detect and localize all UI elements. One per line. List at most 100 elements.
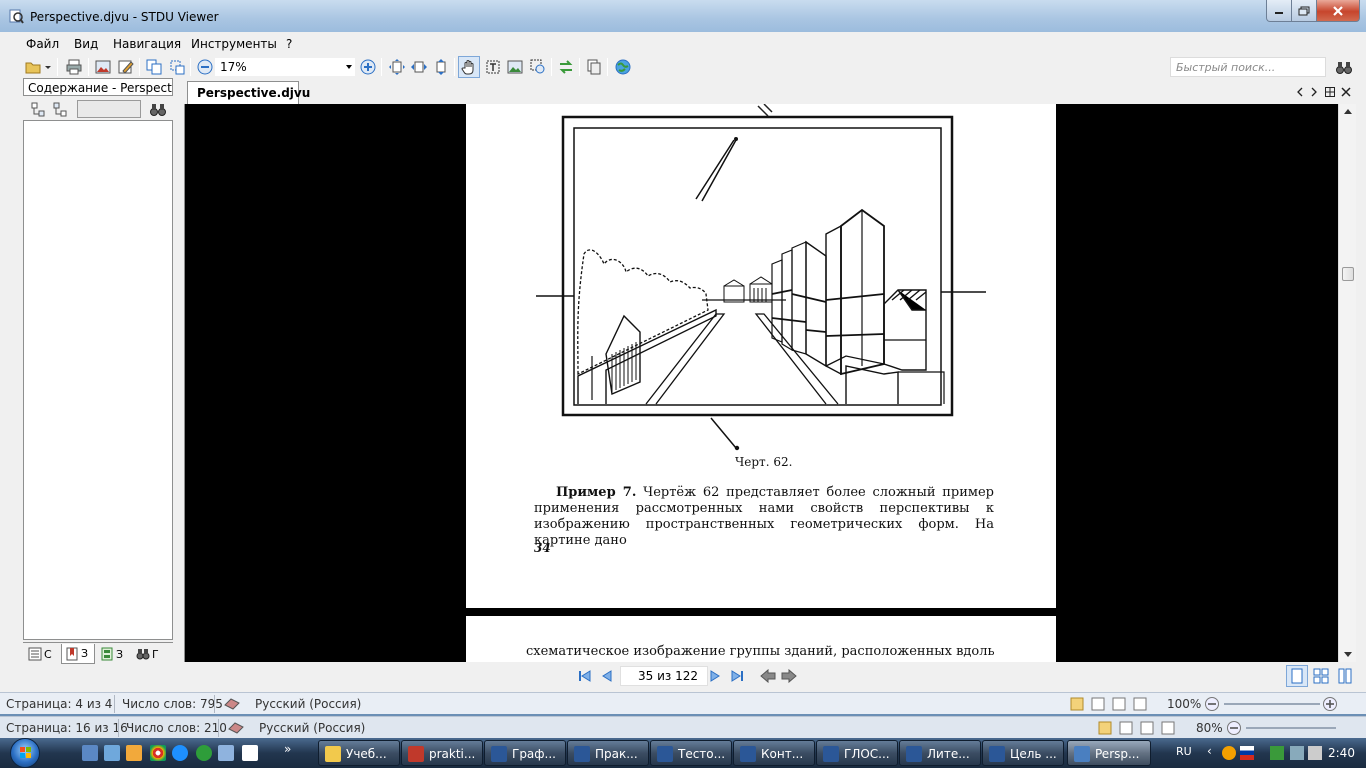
export-image-button[interactable] <box>92 56 114 78</box>
zoom-in-button[interactable] <box>357 56 379 78</box>
volume-icon[interactable] <box>1308 746 1322 760</box>
next-page-button[interactable] <box>704 665 726 687</box>
taskbar-item[interactable]: Граф... <box>484 740 566 766</box>
zoom-out-button[interactable] <box>194 56 216 78</box>
search-button[interactable] <box>1333 56 1355 78</box>
vertical-scrollbar[interactable] <box>1338 104 1356 662</box>
start-button[interactable] <box>10 738 40 768</box>
stdu-quicklaunch-icon[interactable] <box>218 745 234 761</box>
tab-list-button[interactable] <box>1324 86 1336 98</box>
restore-button[interactable] <box>1291 0 1317 22</box>
document-tab[interactable]: Perspective.djvu <box>187 81 310 104</box>
chrome-icon[interactable] <box>150 745 166 761</box>
page-navigation-bar: 35 из 122 <box>184 662 1356 690</box>
first-page-button[interactable] <box>574 665 596 687</box>
scroll-down-icon[interactable] <box>1344 652 1352 657</box>
contents-panel-header[interactable]: Содержание - Perspective.djvu <box>23 78 173 96</box>
continuous-view-button[interactable] <box>1334 665 1356 687</box>
collapse-tree-button[interactable] <box>49 98 71 120</box>
taskbar-item[interactable]: Учеб... <box>318 740 400 766</box>
properties-button[interactable] <box>583 56 605 78</box>
menu-file[interactable]: Файл <box>26 37 59 51</box>
tab-bookmarks[interactable]: З <box>61 644 95 664</box>
tab-search-results[interactable]: Г <box>133 644 171 664</box>
internet-explorer-icon[interactable] <box>172 745 188 761</box>
tab-close-button[interactable] <box>1340 86 1352 98</box>
language-indicator[interactable]: RU <box>1176 745 1192 758</box>
scrollbar-thumb[interactable] <box>1342 267 1354 281</box>
spellcheck-icon <box>224 698 240 710</box>
zoom-slider-track[interactable] <box>1224 703 1320 705</box>
hand-tool-button[interactable] <box>458 56 480 78</box>
history-forward-button[interactable] <box>778 665 800 687</box>
utorrent-icon[interactable] <box>196 745 212 761</box>
view-mode-icons[interactable] <box>1070 697 1154 711</box>
export-text-button[interactable] <box>115 56 137 78</box>
taskbar-item[interactable]: ГЛОС... <box>816 740 898 766</box>
multi-page-view-button[interactable] <box>1310 665 1332 687</box>
menu-help[interactable]: ? <box>286 37 292 51</box>
taskbar-item[interactable]: Конт... <box>733 740 815 766</box>
menu-navigation[interactable]: Навигация <box>113 37 181 51</box>
status-zoom-2: 80% <box>1196 721 1223 735</box>
close-button[interactable] <box>1316 0 1360 22</box>
taskbar-item[interactable]: Прак... <box>567 740 649 766</box>
rotate-button[interactable] <box>555 56 577 78</box>
zoom-slider-track-2[interactable] <box>1246 727 1336 729</box>
web-update-button[interactable] <box>612 56 634 78</box>
last-page-icon <box>731 670 743 682</box>
document-view[interactable]: Черт. 62. Пример 7. Чертёж 62 представля… <box>184 104 1338 662</box>
contents-filter-input[interactable] <box>77 100 141 118</box>
last-page-button[interactable] <box>726 665 748 687</box>
network-tray-icon[interactable] <box>1270 746 1284 760</box>
quick-search-input[interactable]: Быстрый поиск... <box>1170 57 1326 77</box>
text-select-button[interactable] <box>482 56 504 78</box>
tree-search-button[interactable] <box>147 98 169 120</box>
tab-scroll-left-button[interactable] <box>1294 86 1306 98</box>
chevron-right-icon[interactable]: » <box>284 742 291 756</box>
menu-tools[interactable]: Инструменты <box>191 37 277 51</box>
fit-page-button[interactable] <box>386 56 408 78</box>
menu-view[interactable]: Вид <box>74 37 98 51</box>
zoom-in-icon[interactable] <box>1322 696 1338 712</box>
taskbar-item[interactable]: Цель ... <box>982 740 1064 766</box>
history-back-button[interactable] <box>757 665 779 687</box>
previous-page-button[interactable] <box>596 665 618 687</box>
print-button[interactable] <box>63 56 85 78</box>
tray-expand-icon[interactable]: ‹ <box>1207 744 1212 758</box>
taskbar-item[interactable]: Лите... <box>899 740 981 766</box>
fit-width-button[interactable] <box>408 56 430 78</box>
page-number-field[interactable]: 35 из 122 <box>620 666 708 686</box>
tab-contents[interactable]: С <box>25 644 59 664</box>
clock[interactable]: 2:40 <box>1328 746 1355 760</box>
expand-tree-button[interactable] <box>27 98 49 120</box>
taskbar-item-active[interactable]: Persp... <box>1067 740 1151 766</box>
zoom-out-icon[interactable] <box>1204 696 1220 712</box>
scroll-up-icon[interactable] <box>1344 109 1352 114</box>
page-number: 34 <box>534 541 551 555</box>
contents-tree[interactable] <box>23 120 173 640</box>
minimize-button[interactable] <box>1266 0 1292 22</box>
yandex-tray-icon[interactable] <box>1222 746 1236 760</box>
copy-button[interactable] <box>143 56 165 78</box>
view-mode-icons[interactable] <box>1098 721 1182 735</box>
zoom-out-icon <box>197 59 213 75</box>
single-page-view-button[interactable] <box>1286 665 1308 687</box>
zoom-out-icon[interactable] <box>1226 720 1242 736</box>
zoom-area-button[interactable] <box>527 56 549 78</box>
zoom-combobox[interactable]: 17% <box>214 57 356 77</box>
taskbar-item[interactable]: prakti... <box>401 740 483 766</box>
media-player-icon[interactable] <box>126 745 142 761</box>
show-desktop-icon[interactable] <box>82 745 98 761</box>
notepad-icon[interactable] <box>242 745 258 761</box>
snapshot-button[interactable] <box>504 56 526 78</box>
select-button[interactable] <box>166 56 188 78</box>
tray-app-icon[interactable] <box>1290 746 1304 760</box>
tab-scroll-right-button[interactable] <box>1308 86 1320 98</box>
explorer-quicklaunch-icon[interactable] <box>104 745 120 761</box>
tab-thumbnails[interactable]: З <box>97 644 131 664</box>
fit-height-button[interactable] <box>430 56 452 78</box>
taskbar-item[interactable]: Тесто... <box>650 740 732 766</box>
russia-flag-icon[interactable] <box>1240 746 1254 760</box>
open-button[interactable] <box>24 56 54 78</box>
